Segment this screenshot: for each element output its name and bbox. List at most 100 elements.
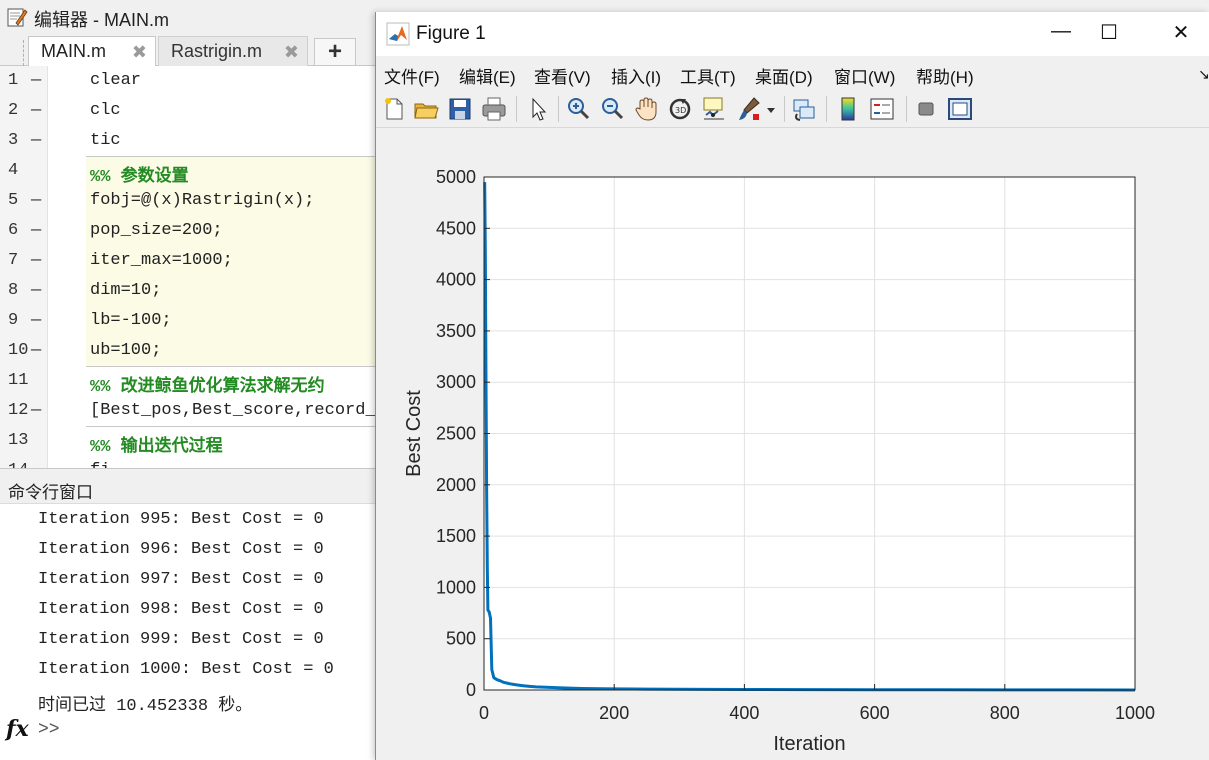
- print-icon[interactable]: [480, 95, 508, 123]
- fx-icon[interactable]: fx: [6, 716, 29, 742]
- code-editor[interactable]: 1 — clear 2 — clc 3 — tic 4 %% 参数设置 5 — fobj=@(x)Rast…: [0, 66, 380, 468]
- new-tab-button[interactable]: +: [314, 38, 356, 66]
- legend-icon[interactable]: [868, 95, 896, 123]
- zoom-out-icon[interactable]: [598, 95, 626, 123]
- menu-expand-icon[interactable]: ↘: [1198, 66, 1209, 83]
- matlab-logo-icon: [386, 22, 410, 46]
- menu-insert[interactable]: 插入(I): [611, 63, 661, 88]
- line-number: 4: [8, 161, 19, 180]
- code-line[interactable]: 6 — pop_size=200;: [0, 216, 380, 246]
- tab-scroll-edge: [4, 40, 24, 66]
- plot-area[interactable]: 0 200 400 600 800 1000 0 500 1000 1500 2000 2500 300…: [376, 129, 1209, 760]
- code-line[interactable]: 5 — fobj=@(x)Rastrigin(x);: [0, 186, 380, 216]
- breakpoint-marker[interactable]: —: [31, 71, 41, 90]
- cell-highlight: [86, 126, 380, 156]
- line-number: 12: [8, 401, 29, 420]
- minimize-button[interactable]: —: [1038, 20, 1084, 48]
- breakpoint-marker[interactable]: —: [31, 401, 41, 420]
- code-text: %% 参数设置: [90, 168, 189, 187]
- cell-highlight: [86, 456, 380, 468]
- code-line[interactable]: 9 — lb=-100;: [0, 306, 380, 336]
- line-chart[interactable]: 0 200 400 600 800 1000 0 500 1000 1500 2000 2500 300…: [376, 129, 1209, 760]
- code-line[interactable]: 2 — clc: [0, 96, 380, 126]
- breakpoint-marker[interactable]: —: [31, 221, 41, 240]
- menu-file[interactable]: 文件(F): [384, 63, 440, 88]
- y-tick-label: 3000: [436, 372, 476, 392]
- menu-help[interactable]: 帮助(H): [916, 63, 974, 88]
- code-text: %% 改进鲸鱼优化算法求解无约: [90, 378, 325, 397]
- code-line[interactable]: 1 — clear: [0, 66, 380, 96]
- breakpoint-marker[interactable]: —: [31, 341, 41, 360]
- code-line[interactable]: 11 %% 改进鲸鱼优化算法求解无约: [0, 366, 380, 397]
- code-text: lb=-100;: [90, 311, 172, 330]
- code-text: dim=10;: [90, 281, 162, 300]
- open-file-icon[interactable]: [412, 95, 440, 123]
- breakpoint-marker[interactable]: —: [31, 251, 41, 270]
- toolbar-separator: [784, 96, 785, 122]
- y-tick-label: 2500: [436, 424, 476, 444]
- code-line[interactable]: 10— ub=100;: [0, 336, 380, 366]
- close-tab-icon[interactable]: ✖: [284, 42, 299, 63]
- code-text: iter_max=1000;: [90, 251, 233, 270]
- y-tick-label: 0: [466, 680, 476, 700]
- link-plot-icon[interactable]: [790, 95, 818, 123]
- cell-highlight: [86, 96, 380, 126]
- figure-menubar: 文件(F) 编辑(E) 查看(V) 插入(I) 工具(T) 桌面(D) 窗口(W…: [376, 56, 1209, 90]
- rotate-3d-icon[interactable]: 3D: [666, 95, 694, 123]
- command-window-header: 命令行窗口: [0, 468, 380, 504]
- x-tick-label: 200: [599, 703, 629, 723]
- toolbar-separator: [558, 96, 559, 122]
- zoom-in-icon[interactable]: [564, 95, 592, 123]
- close-button[interactable]: ✕: [1158, 20, 1204, 48]
- code-line[interactable]: 8 — dim=10;: [0, 276, 380, 306]
- breakpoint-marker[interactable]: —: [31, 311, 41, 330]
- menu-edit[interactable]: 编辑(E): [459, 63, 516, 88]
- maximize-button[interactable]: ☐: [1086, 20, 1132, 48]
- line-number: 14: [8, 461, 28, 468]
- command-window[interactable]: Iteration 995: Best Cost = 0 Iteration 9…: [0, 504, 380, 760]
- command-output-line: Iteration 998: Best Cost = 0: [38, 600, 324, 619]
- y-tick-label: 1500: [436, 526, 476, 546]
- editor-window: 编辑器 - MAIN.m MAIN.m ✖ Rastrigin.m ✖ + 1 —…: [0, 0, 380, 760]
- code-line[interactable]: 14— fi: [0, 456, 380, 468]
- menu-window[interactable]: 窗口(W): [834, 63, 895, 88]
- code-line[interactable]: 3 — tic: [0, 126, 380, 156]
- breakpoint-marker[interactable]: —: [31, 191, 41, 210]
- brush-icon[interactable]: [734, 95, 762, 123]
- pointer-icon[interactable]: [524, 95, 552, 123]
- code-text: ub=100;: [90, 341, 162, 360]
- data-cursor-icon[interactable]: [700, 95, 728, 123]
- code-line[interactable]: 4 %% 参数设置: [0, 156, 380, 187]
- breakpoint-marker[interactable]: —: [31, 461, 41, 468]
- pan-hand-icon[interactable]: [632, 95, 660, 123]
- menu-view[interactable]: 查看(V): [534, 63, 591, 88]
- hide-plot-tools-icon[interactable]: [912, 95, 940, 123]
- menu-desktop[interactable]: 桌面(D): [755, 63, 813, 88]
- line-number: 1: [8, 71, 19, 90]
- tab-main-m[interactable]: MAIN.m ✖: [28, 36, 156, 66]
- y-tick-label: 4000: [436, 270, 476, 290]
- command-prompt[interactable]: >>: [38, 720, 60, 740]
- tab-rastrigin-m[interactable]: Rastrigin.m ✖: [158, 36, 308, 66]
- y-tick-label: 4500: [436, 218, 476, 238]
- svg-text:3D: 3D: [675, 106, 686, 115]
- code-line[interactable]: 7 — iter_max=1000;: [0, 246, 380, 276]
- close-tab-icon[interactable]: ✖: [132, 42, 147, 63]
- code-line[interactable]: 13 %% 输出迭代过程: [0, 426, 380, 457]
- menu-tools[interactable]: 工具(T): [680, 63, 736, 88]
- y-tick-label: 500: [446, 629, 476, 649]
- toolbar-separator: [906, 96, 907, 122]
- line-number: 8: [8, 281, 19, 300]
- breakpoint-marker[interactable]: —: [31, 281, 41, 300]
- brush-dropdown-icon[interactable]: [764, 95, 778, 123]
- x-tick-label: 1000: [1115, 703, 1155, 723]
- breakpoint-marker[interactable]: —: [31, 131, 41, 150]
- show-plot-tools-icon[interactable]: [946, 95, 974, 123]
- save-icon[interactable]: [446, 95, 474, 123]
- code-line[interactable]: 12— [Best_pos,Best_score,record_B: [0, 396, 380, 426]
- new-figure-icon[interactable]: [380, 95, 408, 123]
- colorbar-icon[interactable]: [834, 95, 862, 123]
- x-tick-label: 400: [729, 703, 759, 723]
- x-axis-label: Iteration: [773, 733, 845, 755]
- breakpoint-marker[interactable]: —: [31, 101, 41, 120]
